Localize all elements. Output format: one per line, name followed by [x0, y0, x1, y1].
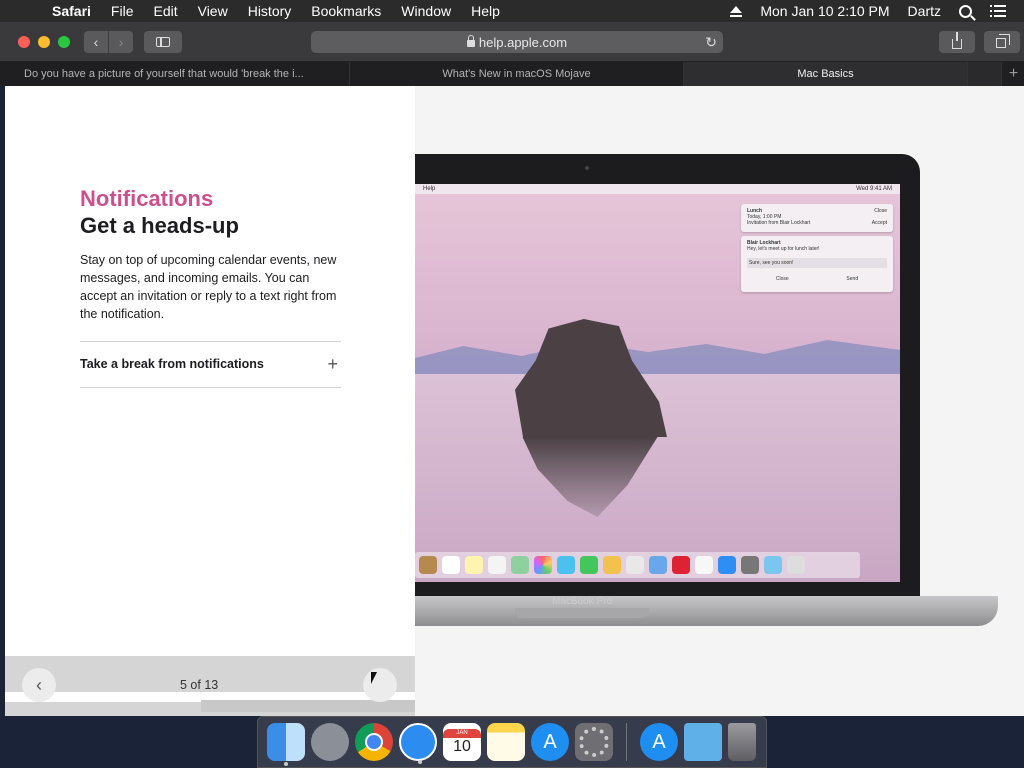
message-notification: Blair Lockhart Hey, let's meet up for lu…: [741, 236, 893, 292]
address-bar[interactable]: help.apple.com ↻: [311, 31, 723, 53]
window-minimize-button[interactable]: [38, 36, 50, 48]
take-a-break-accordion[interactable]: Take a break from notifications +: [80, 342, 341, 386]
section-headline: Get a heads-up: [80, 213, 239, 238]
menu-edit[interactable]: Edit: [153, 3, 177, 19]
sidebar-icon: [156, 37, 170, 47]
tab-empty-slot: [968, 62, 1002, 86]
app-store-icon[interactable]: A: [531, 723, 569, 761]
macos-menubar: Safari File Edit View History Bookmarks …: [0, 0, 1024, 22]
notes-icon[interactable]: [487, 723, 525, 761]
mountains: [415, 340, 900, 374]
system-preferences-icon[interactable]: [575, 723, 613, 761]
macbook-screen: Help Wed 9:41 AM Lunch Close Today, 1:00…: [415, 184, 900, 582]
screen-dock: [415, 552, 860, 578]
menu-view[interactable]: View: [198, 3, 228, 19]
web-content: Notifications Get a heads-up Stay on top…: [5, 86, 1024, 716]
menu-app-name[interactable]: Safari: [52, 3, 91, 19]
downloads-folder-icon[interactable]: [684, 723, 722, 761]
calendar-icon[interactable]: JAN 10: [443, 723, 481, 761]
camera-dot: [585, 166, 589, 170]
screen-menubar-clock: Wed 9:41 AM: [856, 186, 892, 192]
plus-icon: +: [1008, 65, 1019, 82]
launchpad-icon[interactable]: [311, 723, 349, 761]
chevron-right-icon: ›: [118, 34, 124, 50]
menubar-user[interactable]: Dartz: [908, 3, 941, 19]
menubar-status-area: Mon Jan 10 2:10 PM Dartz: [730, 0, 1024, 22]
menu-help[interactable]: Help: [471, 3, 500, 19]
app-store-glyph: A: [652, 730, 666, 753]
tabs-overview-icon: [996, 34, 1010, 48]
tab-label: What's New in macOS Mojave: [442, 68, 591, 80]
new-tab-button[interactable]: +: [1003, 62, 1024, 86]
chrome-icon[interactable]: [355, 723, 393, 761]
sidebar-toggle-button[interactable]: [144, 31, 182, 53]
screen-menubar: Help Wed 9:41 AM: [415, 184, 900, 194]
share-button[interactable]: [939, 31, 975, 53]
calendar-notification: Lunch Close Today, 1:00 PM Invitation fr…: [741, 204, 893, 232]
chevron-left-icon: ‹: [93, 34, 99, 50]
rock-formation: [515, 319, 667, 437]
finder-icon[interactable]: [267, 723, 305, 766]
notification-close: Close: [874, 208, 887, 214]
menu-file[interactable]: File: [111, 3, 134, 19]
section-body: Stay on top of upcoming calendar events,…: [80, 253, 337, 321]
notification-reply: Sure, see you soon!: [747, 258, 887, 268]
notification-line: Hey, let's meet up for lunch later!: [747, 246, 820, 252]
spotlight-search-icon[interactable]: [959, 4, 972, 18]
share-icon: [952, 32, 962, 49]
dock: JAN 10 A A: [257, 716, 767, 768]
app-store-icon[interactable]: A: [640, 723, 678, 761]
calendar-day: 10: [453, 737, 471, 755]
notification-center-icon[interactable]: [990, 5, 1006, 17]
accordion-label: Take a break from notifications: [80, 357, 264, 371]
notification-close: Close: [775, 276, 789, 282]
previous-page-button[interactable]: ‹: [22, 668, 56, 702]
notification-line: Invitation from Blair Lockhart: [747, 220, 811, 226]
macbook-illustration: Help Wed 9:41 AM Lunch Close Today, 1:00…: [415, 154, 920, 608]
notification-accept: Accept: [871, 220, 887, 226]
page-counter: 5 of 13: [180, 678, 219, 692]
tab-picture-question[interactable]: Do you have a picture of yourself that w…: [0, 62, 350, 86]
macbook-notch: [515, 608, 649, 618]
lock-icon: [466, 34, 475, 47]
running-indicator: [284, 762, 288, 766]
chevron-left-icon: ‹: [36, 674, 42, 695]
eject-icon[interactable]: [730, 5, 743, 17]
screen-menubar-app: Help: [423, 186, 436, 192]
forward-button[interactable]: ›: [109, 31, 133, 53]
macbook-base: [415, 596, 998, 626]
reload-icon[interactable]: ↻: [705, 34, 717, 51]
tab-whats-new-mojave[interactable]: What's New in macOS Mojave: [350, 62, 684, 86]
menu-history[interactable]: History: [248, 3, 292, 19]
mouse-cursor-icon: [371, 672, 377, 684]
macbook-label: MacBook Pro: [552, 596, 613, 607]
divider: [80, 387, 341, 388]
window-fullscreen-button[interactable]: [58, 36, 70, 48]
window-close-button[interactable]: [18, 36, 30, 48]
article-panel: Notifications Get a heads-up Stay on top…: [5, 86, 415, 716]
pager-bar: ‹ 5 of 13: [5, 656, 415, 716]
address-url: help.apple.com: [478, 34, 568, 50]
back-button[interactable]: ‹: [84, 31, 108, 53]
section-kicker: Notifications: [80, 186, 214, 211]
calendar-month: JAN: [443, 728, 481, 738]
show-all-tabs-button[interactable]: [984, 31, 1020, 53]
dock-separator: [626, 723, 627, 761]
menu-bookmarks[interactable]: Bookmarks: [311, 3, 381, 19]
app-store-glyph: A: [543, 730, 557, 753]
plus-icon[interactable]: +: [327, 354, 338, 375]
tab-label: Do you have a picture of yourself that w…: [24, 68, 304, 80]
safari-icon[interactable]: [399, 723, 437, 764]
running-indicator: [418, 760, 422, 764]
notification-send: Send: [846, 276, 859, 282]
menubar-clock[interactable]: Mon Jan 10 2:10 PM: [760, 3, 889, 19]
pager-strip: [201, 700, 415, 712]
trash-icon[interactable]: [728, 723, 756, 761]
safari-toolbar: ‹ › help.apple.com ↻: [0, 22, 1024, 62]
tab-mac-basics[interactable]: Mac Basics: [684, 62, 968, 86]
tab-bar: Do you have a picture of yourself that w…: [0, 62, 1024, 86]
tab-label: Mac Basics: [797, 68, 854, 80]
menu-window[interactable]: Window: [401, 3, 451, 19]
next-page-button[interactable]: [363, 668, 397, 702]
